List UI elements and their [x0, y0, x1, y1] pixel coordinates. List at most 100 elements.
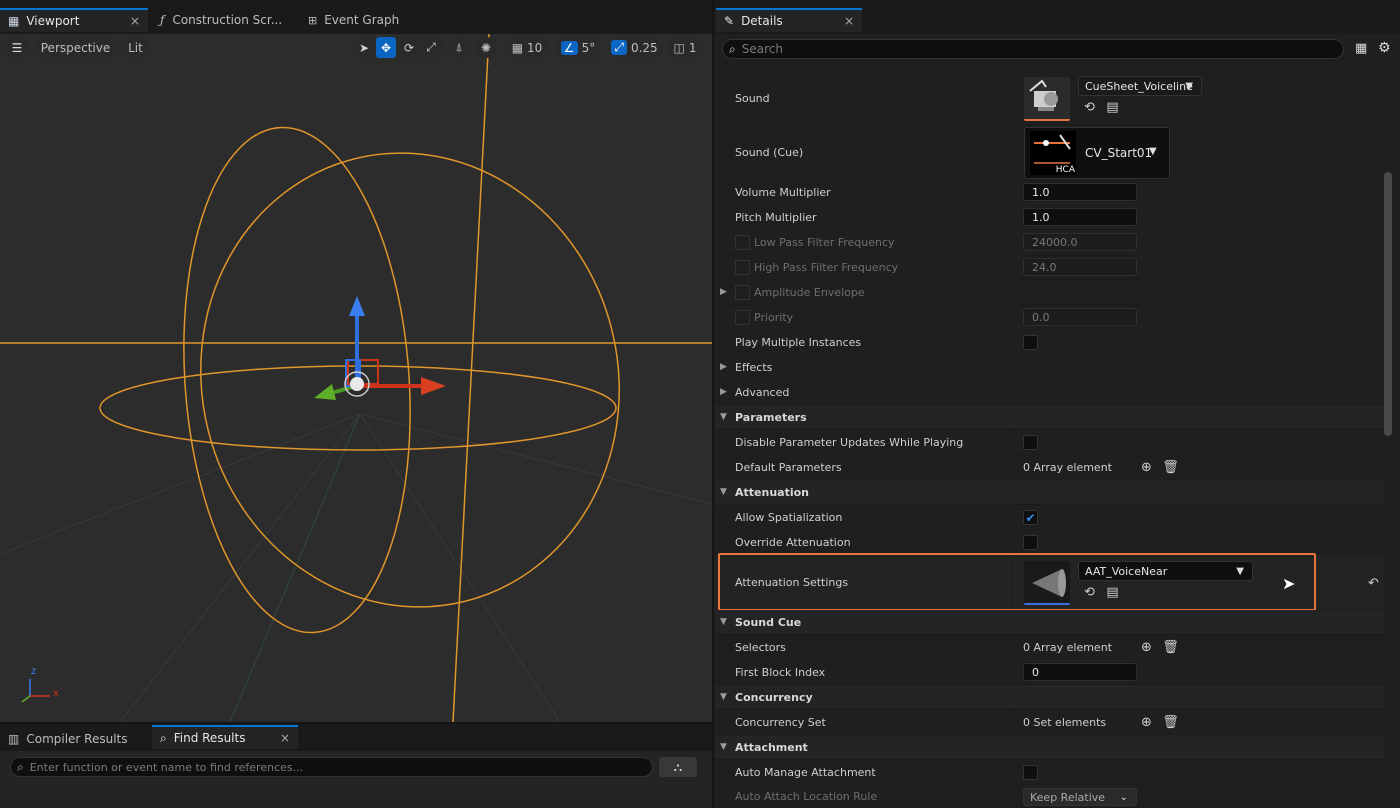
trash-icon[interactable]: 🗑 [1162, 460, 1179, 475]
details-search-input[interactable]: ⌕ Search [722, 39, 1344, 59]
rotate-icon[interactable]: ⟳ [399, 37, 419, 58]
property-auto-attach-location-rule: Auto Attach Location Rule Keep Relative ⌄ [715, 785, 1384, 808]
sound-asset-thumbnail[interactable] [1024, 77, 1070, 121]
close-icon[interactable]: × [844, 14, 854, 28]
details-scrollbar[interactable] [1384, 172, 1392, 436]
property-label: Amplitude Envelope [754, 285, 865, 299]
scale-icon[interactable]: ⤢ [421, 37, 441, 58]
add-icon[interactable]: ⊕ [1139, 640, 1154, 655]
category-parameters[interactable]: ▼ Parameters [715, 405, 1384, 430]
category-label: Attenuation [735, 485, 809, 499]
camera-icon: ◫ [673, 40, 685, 55]
tab-label: Compiler Results [26, 732, 128, 746]
add-icon[interactable]: ⊕ [1139, 460, 1154, 475]
category-sound-cue[interactable]: ▼ Sound Cue [715, 610, 1384, 635]
close-icon[interactable]: × [280, 731, 290, 745]
auto-manage-attachment-checkbox[interactable] [1023, 765, 1038, 780]
property-label: Allow Spatialization [735, 510, 843, 524]
pitch-multiplier-input[interactable]: 1.0 [1023, 208, 1137, 226]
pencil-icon: ✎ [724, 14, 735, 28]
property-amplitude-envelope: ▶ Amplitude Envelope [715, 280, 1384, 305]
category-attachment[interactable]: ▼ Attachment [715, 735, 1384, 760]
override-attenuation-checkbox[interactable] [1023, 535, 1038, 550]
graph-icon: ⊞ [308, 13, 318, 27]
allow-spatialization-checkbox[interactable]: ✔ [1023, 510, 1038, 525]
high-pass-input[interactable]: 24.0 [1023, 258, 1137, 276]
property-label: Auto Attach Location Rule [735, 790, 878, 803]
angle-icon: ∠ [560, 40, 578, 55]
viewport-menu-button[interactable]: ☰ [6, 37, 28, 58]
hca-label: HCA [1055, 165, 1075, 175]
tab-label: Event Graph [324, 13, 400, 27]
collapse-arrow-icon: ▼ [720, 412, 727, 422]
close-icon[interactable]: × [130, 14, 140, 28]
tab-find-results[interactable]: ⌕ Find Results × [152, 725, 298, 749]
property-label: Low Pass Filter Frequency [754, 235, 895, 249]
low-pass-checkbox[interactable] [735, 235, 750, 250]
find-placeholder: Enter function or event name to find ref… [29, 760, 304, 774]
priority-input[interactable]: 0.0 [1023, 308, 1137, 326]
tab-viewport[interactable]: ▦ Viewport × [0, 8, 148, 32]
property-selectors: Selectors 0 Array element ⊕ 🗑 [715, 635, 1384, 660]
disable-param-updates-checkbox[interactable] [1023, 435, 1038, 450]
chevron-down-icon: ▼ [1185, 80, 1193, 92]
gear-icon[interactable]: ⚙ [1378, 40, 1391, 56]
tab-event-graph[interactable]: ⊞ Event Graph [300, 8, 440, 32]
property-override-attenuation: Override Attenuation [715, 530, 1384, 555]
search-icon: ⌕ [729, 41, 736, 56]
find-input[interactable]: ⌕ Enter function or event name to find r… [10, 757, 653, 777]
priority-checkbox[interactable] [735, 310, 750, 325]
perspective-button[interactable]: Perspective [36, 37, 115, 58]
chevron-down-icon[interactable]: ▼ [1149, 146, 1157, 157]
camera-speed-button[interactable]: ◫ 1 [667, 37, 703, 58]
add-icon[interactable]: ⊕ [1139, 715, 1154, 730]
details-search-placeholder: Search [741, 42, 783, 56]
browse-back-icon[interactable]: ⟲ [1082, 100, 1097, 115]
scale-snap-value: 0.25 [630, 40, 658, 55]
tab-label: Viewport [26, 14, 80, 28]
amplitude-checkbox[interactable] [735, 285, 750, 300]
trash-icon[interactable]: 🗑 [1162, 640, 1179, 655]
grid-snap-button[interactable]: ▦ 10 [505, 37, 549, 58]
category-effects[interactable]: ▶ Effects [715, 355, 1384, 380]
grid-icon: ▦ [511, 40, 524, 55]
find-binoculars-button[interactable]: ⛬ [659, 757, 697, 777]
tab-compiler-results[interactable]: ▥ Compiler Results [0, 727, 150, 751]
scale-snap-button[interactable]: ⤢ 0.25 [608, 37, 661, 58]
sound-cue-thumbnail[interactable]: HCA [1030, 131, 1076, 175]
expand-arrow-icon[interactable]: ▶ [720, 280, 727, 304]
lit-label: Lit [128, 40, 143, 55]
surface-snap-button[interactable]: ⍋ [448, 37, 470, 58]
sound-asset-icon [1029, 79, 1058, 111]
property-label: Override Attenuation [735, 535, 851, 549]
camera-speed-value: 1 [688, 40, 697, 55]
table-view-icon[interactable]: ▦ [1355, 41, 1367, 56]
sound-asset-dropdown[interactable]: CueSheet_Voiceline ▼ [1078, 76, 1202, 96]
category-advanced[interactable]: ▶ Advanced [715, 380, 1384, 405]
viewport[interactable]: z x [0, 34, 712, 722]
translate-icon[interactable]: ✥ [376, 37, 396, 58]
low-pass-input[interactable]: 24000.0 [1023, 233, 1137, 251]
category-label: Parameters [735, 410, 807, 424]
auto-attach-rule-dropdown[interactable]: Keep Relative ⌄ [1023, 788, 1137, 806]
reset-to-default-icon[interactable]: ↶ [1366, 576, 1381, 591]
select-icon[interactable]: ➤ [354, 37, 374, 58]
tab-construction-script[interactable]: ƒ Construction Scr... [152, 8, 298, 32]
property-label: Disable Parameter Updates While Playing [735, 435, 964, 449]
lit-button[interactable]: Lit [122, 37, 149, 58]
rotation-snap-button[interactable]: ∠ 5° [555, 37, 601, 58]
property-label: Volume Multiplier [735, 185, 831, 199]
search-icon: ⌕ [17, 759, 24, 774]
tab-details[interactable]: ✎ Details × [716, 8, 862, 32]
tab-label: Find Results [173, 731, 246, 745]
play-multiple-checkbox[interactable] [1023, 335, 1038, 350]
category-concurrency[interactable]: ▼ Concurrency [715, 685, 1384, 710]
high-pass-checkbox[interactable] [735, 260, 750, 275]
trash-icon[interactable]: 🗑 [1162, 715, 1179, 730]
volume-multiplier-input[interactable]: 1.0 [1023, 183, 1137, 201]
category-attenuation[interactable]: ▼ Attenuation [715, 480, 1384, 505]
world-local-button[interactable]: ✺ [475, 37, 497, 58]
first-block-index-input[interactable]: 0 [1023, 663, 1137, 681]
browse-folder-icon[interactable]: ▤ [1105, 100, 1120, 115]
property-first-block-index: First Block Index 0 [715, 660, 1384, 685]
